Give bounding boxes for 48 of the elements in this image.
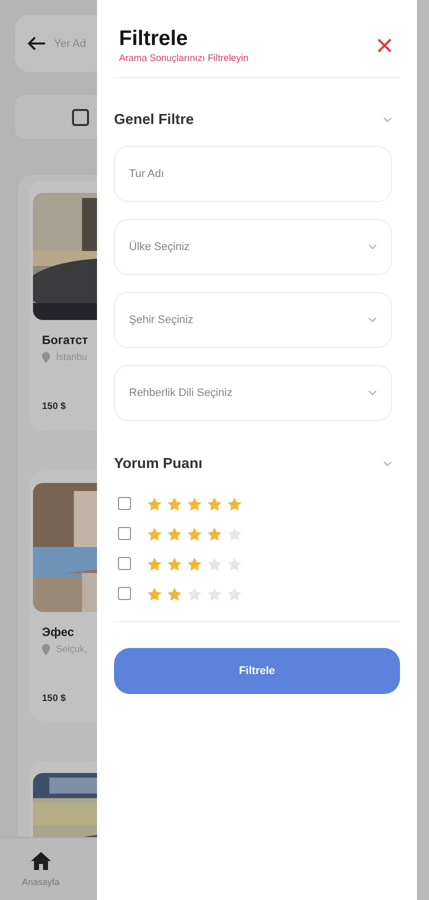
tour-title: Эфес [42,625,76,639]
star-icon [187,526,202,540]
select-field[interactable]: Rehberlik Dili Seçiniz [114,365,392,421]
rating-checkbox[interactable] [118,557,131,570]
chevron-down-icon [383,461,392,467]
tour-name-field[interactable]: Tur Adı [114,146,392,202]
square-icon [72,108,89,126]
rating-checkbox[interactable] [118,497,131,510]
filter-button[interactable]: Filtrele [114,648,400,694]
chevron-down-icon [383,117,392,123]
star-icon [147,496,162,510]
star-icon [187,556,202,570]
star-icon [227,556,242,570]
star-icon [207,586,222,600]
chevron-down-icon [368,317,377,323]
star-icon [207,496,222,510]
section-header[interactable]: Yorum Puanı [114,456,392,472]
tour-price: 150 $ [42,401,67,412]
star-icon [187,496,202,510]
rating-checkbox[interactable] [118,527,131,540]
star-icon [167,586,182,600]
star-icon [167,526,182,540]
tour-price: 150 $ [42,693,67,704]
star-icon [227,526,242,540]
star-icon [227,496,242,510]
select-field[interactable]: Şehir Seçiniz [114,292,392,348]
star-icon [167,496,182,510]
chevron-down-icon [368,244,377,250]
drawer-subtitle: Arama Sonuçlarınızı Filtreleyin [119,53,248,64]
section-header[interactable]: Genel Filtre [114,112,392,128]
star-icon [187,586,202,600]
home-icon [30,852,51,870]
location-pin-icon [42,352,50,363]
select-field[interactable]: Ülke Seçiniz [114,219,392,275]
star-icon [147,556,162,570]
back-arrow-icon [27,36,46,51]
drawer-title: Filtrele [119,26,189,52]
location-pin-icon [42,644,50,655]
tour-title: Богатст [42,333,89,347]
star-icon [207,556,222,570]
star-icon [167,556,182,570]
star-icon [147,526,162,540]
close-button[interactable] [377,38,392,53]
star-icon [207,526,222,540]
star-icon [227,586,242,600]
rating-checkbox[interactable] [118,587,131,600]
star-icon [147,586,162,600]
chevron-down-icon [368,390,377,396]
